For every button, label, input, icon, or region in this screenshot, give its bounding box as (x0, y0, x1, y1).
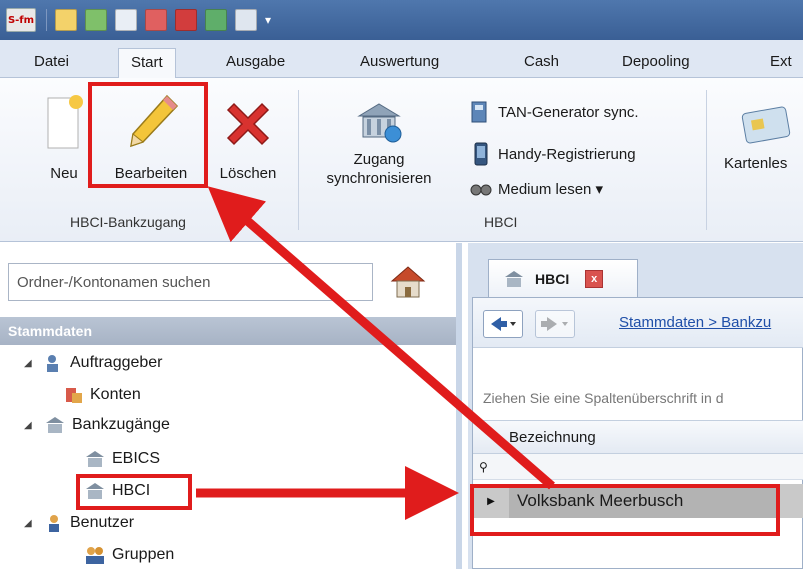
highlight-data-row (470, 484, 780, 536)
tab-start[interactable]: Start (118, 48, 176, 79)
tan-generator-sync-button[interactable]: TAN-Generator sync. (470, 100, 639, 124)
group-by-hint: Ziehen Sie eine Spaltenüberschrift in d (483, 390, 724, 406)
navigation-pane: Stammdaten ◢ Auftraggeber Konten ◢ Bankz… (0, 243, 462, 569)
tab-datei[interactable]: Datei (34, 48, 69, 78)
tree-item-konten[interactable]: Konten (64, 385, 141, 405)
tree-item-auftraggeber[interactable]: ◢ Auftraggeber (24, 353, 163, 373)
sync-access-label-line1: Zugang (353, 151, 405, 168)
list-icon[interactable] (175, 9, 197, 31)
document-tab-hbci[interactable]: HBCI x (488, 259, 638, 297)
folder-search-row (8, 263, 448, 303)
delete-x-icon (226, 102, 270, 146)
mobile-registration-button[interactable]: Handy-Registrierung (470, 142, 636, 166)
tree-item-ebics[interactable]: EBICS (84, 449, 160, 469)
forward-arrow-icon (541, 317, 568, 331)
new-button[interactable]: Neu (36, 94, 92, 183)
ribbon-group-separator (298, 90, 299, 230)
bank-icon (505, 270, 523, 287)
delete-button[interactable]: Löschen (208, 96, 288, 183)
tab-auswertung[interactable]: Auswertung (360, 48, 439, 78)
new-document-icon (47, 95, 83, 149)
highlight-hbci-tree-item (76, 474, 192, 510)
home-icon (390, 266, 426, 298)
tree-expander[interactable]: ◢ (24, 420, 36, 431)
tab-cash[interactable]: Cash (524, 48, 559, 78)
filter-row[interactable]: ⚲ (473, 454, 803, 480)
folder-account-search-input[interactable] (8, 263, 373, 301)
document-arrow-icon[interactable] (115, 9, 137, 31)
column-header-bezeichnung[interactable]: Bezeichnung (473, 420, 803, 454)
tree-item-label: Auftraggeber (70, 354, 163, 371)
binoculars-icon (470, 184, 492, 196)
breadcrumb[interactable]: Stammdaten > Bankzu (619, 314, 771, 331)
group-label-bank-access: HBCI-Bankzugang (70, 214, 186, 230)
section-header-master-data[interactable]: Stammdaten (0, 317, 456, 345)
tab-ausgabe[interactable]: Ausgabe (226, 48, 285, 78)
app-logo[interactable]: S-fm (6, 8, 36, 32)
tab-depooling[interactable]: Depooling (622, 48, 690, 78)
client-users-icon (47, 355, 58, 372)
accounts-icon (66, 388, 82, 403)
bank-icon (86, 451, 104, 467)
qat-separator (46, 9, 47, 31)
ribbon-group-separator (706, 90, 707, 230)
card-reader-icon (741, 106, 791, 144)
sync-access-label-line2: synchronisieren (326, 170, 432, 187)
quick-access-toolbar: S-fm ▾ (0, 0, 803, 40)
new-button-label: Neu (50, 165, 78, 182)
chart-icon[interactable] (85, 9, 107, 31)
tree-item-label: Benutzer (70, 514, 135, 531)
card-reader-label: Kartenles (724, 155, 788, 172)
report-icon[interactable] (145, 9, 167, 31)
ribbon-tab-bar: Datei Start Ausgabe Auswertung Cash Depo… (0, 40, 803, 79)
bank-icon (46, 417, 64, 433)
filter-pin-icon[interactable]: ⚲ (479, 460, 488, 474)
user-icon (49, 515, 59, 532)
spreadsheet-icon[interactable] (205, 9, 227, 31)
group-users-icon (86, 547, 104, 564)
tree-item-label: Konten (90, 386, 141, 403)
tab-extra[interactable]: Ext (770, 48, 792, 78)
group-label-hbci: HBCI (484, 214, 518, 230)
tree-item-bankzugaenge[interactable]: ◢ Bankzugänge (24, 415, 170, 435)
tan-generator-sync-label: TAN-Generator sync. (498, 103, 639, 121)
qat-customize-dropdown[interactable]: ▾ (265, 13, 271, 27)
close-tab-icon[interactable]: x (585, 269, 604, 288)
page-settings-icon[interactable] (235, 9, 257, 31)
tree-item-label: Bankzugänge (72, 416, 170, 433)
folder-icon[interactable] (55, 9, 77, 31)
mobile-registration-label: Handy-Registrierung (498, 145, 636, 163)
tan-generator-icon (471, 101, 487, 123)
tree-expander[interactable]: ◢ (24, 518, 36, 529)
back-arrow-icon (491, 317, 516, 331)
read-medium-label: Medium lesen ▾ (498, 181, 604, 198)
home-button[interactable] (388, 263, 428, 305)
card-reader-button[interactable]: Kartenles (716, 104, 803, 173)
tree-item-gruppen[interactable]: Gruppen (84, 545, 174, 565)
navigation-bar: Stammdaten > Bankzu (473, 298, 803, 348)
back-button[interactable] (483, 310, 523, 338)
document-tab-label: HBCI (535, 270, 570, 287)
highlight-edit-button (88, 82, 208, 188)
mobile-phone-icon (474, 142, 488, 166)
tree-item-benutzer[interactable]: ◢ Benutzer (24, 513, 134, 533)
forward-button[interactable] (535, 310, 575, 338)
delete-button-label: Löschen (219, 165, 277, 182)
bank-sync-icon (357, 103, 402, 143)
read-medium-button[interactable]: Medium lesen ▾ (470, 180, 603, 198)
tree-item-label: Gruppen (112, 546, 175, 563)
tree-item-label: EBICS (112, 450, 161, 467)
tree-expander[interactable]: ◢ (24, 358, 36, 369)
sync-access-button[interactable]: Zugang synchronisieren (304, 100, 454, 188)
